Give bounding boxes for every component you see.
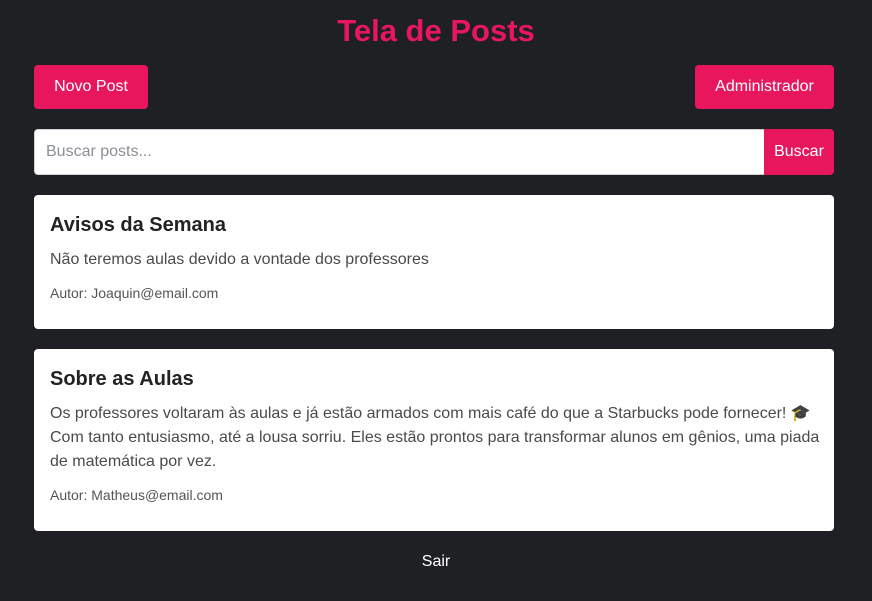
post-author: Autor: Matheus@email.com (50, 487, 223, 503)
post-title: Avisos da Semana (50, 214, 227, 236)
page-title: Tela de Posts (337, 13, 535, 48)
new-post-button[interactable]: Novo Post (34, 65, 148, 109)
post-content: Os professores voltaram às aulas e já es… (50, 405, 820, 470)
logout-link[interactable]: Sair (422, 553, 450, 570)
admin-button[interactable]: Administrador (695, 65, 834, 109)
search-bar: Buscar (34, 129, 834, 175)
post-title: Sobre as Aulas (50, 368, 194, 390)
logout-area: Sair (0, 552, 872, 572)
search-button[interactable]: Buscar (764, 129, 834, 175)
search-input[interactable] (34, 129, 764, 175)
post-author: Autor: Joaquin@email.com (50, 285, 219, 301)
post-content: Não teremos aulas devido a vontade dos p… (50, 251, 429, 268)
post-card: Avisos da Semana Não teremos aulas devid… (34, 195, 834, 329)
post-card: Sobre as Aulas Os professores voltaram à… (34, 349, 834, 531)
